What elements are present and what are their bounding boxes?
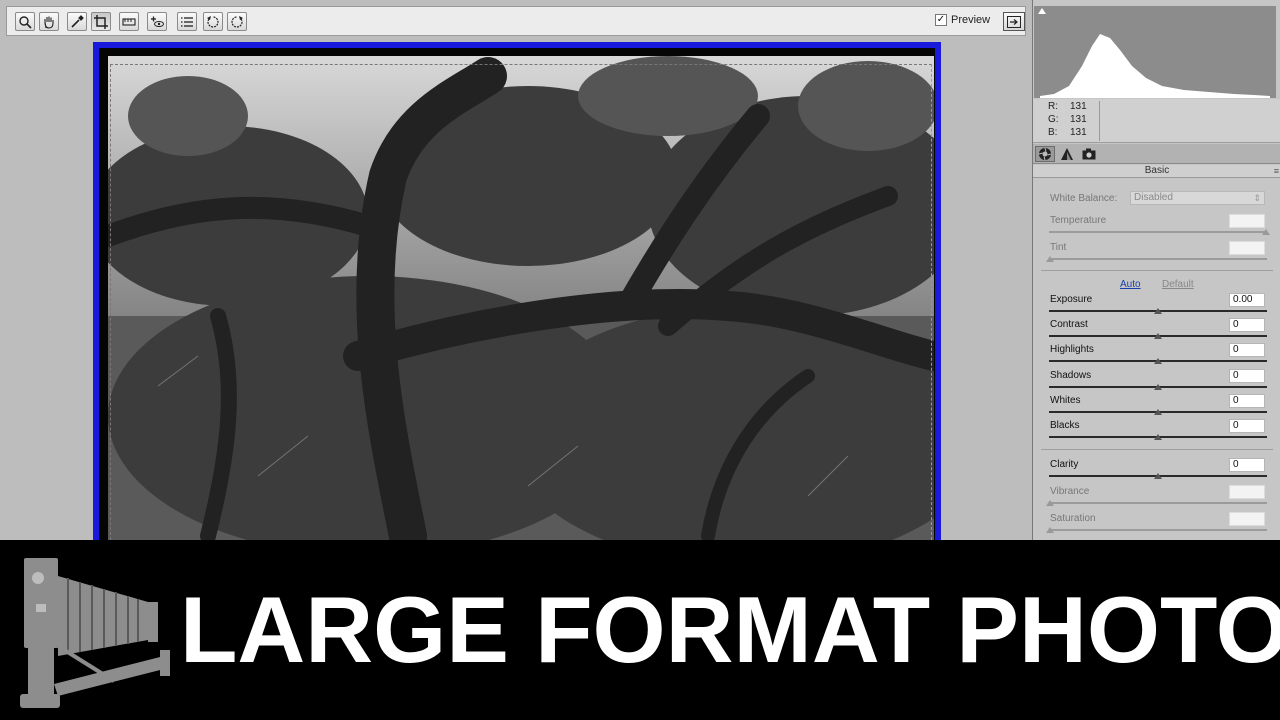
hand-icon: [44, 16, 54, 29]
g-label: G:: [1048, 114, 1059, 125]
vibrance-slider-thumb[interactable]: [1046, 500, 1054, 506]
temperature-slider-thumb[interactable]: [1262, 229, 1270, 235]
exposure-slider-thumb[interactable]: [1154, 308, 1162, 314]
panel-title: Basic ≡: [1033, 165, 1280, 178]
crop-icon: [94, 14, 108, 29]
preferences-button[interactable]: [177, 12, 197, 31]
divider: [1041, 270, 1273, 271]
hand-tool-button[interactable]: [39, 12, 59, 31]
rotate-left-button[interactable]: [203, 12, 223, 31]
select-arrow-icon: ⇕: [1253, 193, 1261, 203]
histogram: [1034, 6, 1276, 98]
clarity-slider-thumb[interactable]: [1154, 473, 1162, 479]
rgb-readout: R: 131 G: 131 B: 131: [1033, 99, 1280, 143]
g-value: 131: [1070, 114, 1087, 125]
whites-slider-thumb[interactable]: [1154, 409, 1162, 415]
exposure-label: Exposure: [1050, 294, 1093, 305]
crop-tool-button[interactable]: [91, 12, 111, 31]
toolbar: ✓ Preview: [6, 6, 1026, 36]
temperature-label: Temperature: [1050, 215, 1107, 226]
image-workspace: ✓ Preview: [0, 0, 1032, 540]
eyedropper-tool-button[interactable]: [67, 12, 87, 31]
whites-label: Whites: [1050, 395, 1081, 406]
white-balance-value: Disabled: [1134, 192, 1173, 203]
saturation-slider-thumb[interactable]: [1046, 527, 1054, 533]
saturation-field[interactable]: [1229, 512, 1265, 526]
exposure-field[interactable]: 0.00: [1229, 293, 1265, 307]
preview-label: Preview: [951, 14, 991, 26]
saturation-slider[interactable]: [1049, 529, 1267, 531]
white-balance-label: White Balance:: [1050, 193, 1118, 204]
photo-preview[interactable]: [108, 56, 934, 540]
redeye-icon: [151, 16, 164, 27]
magnifier-icon: [19, 15, 32, 29]
blacks-label: Blacks: [1050, 420, 1080, 431]
zoom-tool-button[interactable]: [15, 12, 35, 31]
list-icon: [181, 16, 193, 27]
b-label: B:: [1048, 127, 1058, 138]
divider: [1099, 101, 1100, 141]
temperature-slider[interactable]: [1049, 231, 1267, 233]
straighten-tool-button[interactable]: [119, 12, 139, 31]
contrast-field[interactable]: 0: [1229, 318, 1265, 332]
panel-menu-icon[interactable]: ≡: [1274, 166, 1279, 176]
highlights-field[interactable]: 0: [1229, 343, 1265, 357]
preview-checkbox[interactable]: ✓: [935, 14, 947, 26]
tint-slider-thumb[interactable]: [1046, 256, 1054, 262]
default-button[interactable]: Default: [1162, 279, 1194, 290]
contrast-slider-thumb[interactable]: [1154, 333, 1162, 339]
fullscreen-icon: [1007, 15, 1021, 28]
contrast-label: Contrast: [1050, 319, 1088, 330]
rotate-right-button[interactable]: [227, 12, 247, 31]
divider: [1041, 449, 1273, 450]
white-balance-select[interactable]: Disabled ⇕: [1130, 191, 1265, 205]
r-value: 131: [1070, 101, 1087, 112]
blacks-slider-thumb[interactable]: [1154, 434, 1162, 440]
tab-tone-curve[interactable]: [1057, 146, 1077, 162]
aperture-icon: [1038, 147, 1052, 161]
banner-title: LARGE FORMAT PHOTO: [180, 577, 1280, 682]
highlights-slider-thumb[interactable]: [1154, 358, 1162, 364]
saturation-label: Saturation: [1050, 513, 1096, 524]
fullscreen-button[interactable]: [1003, 12, 1025, 31]
tree-photo-image: [108, 56, 934, 540]
temperature-field[interactable]: [1229, 214, 1265, 228]
straighten-icon: [122, 17, 136, 26]
tone-curve-icon: [1061, 148, 1073, 160]
tab-camera-calibration[interactable]: [1079, 146, 1099, 162]
vibrance-slider[interactable]: [1049, 502, 1267, 504]
tint-label: Tint: [1050, 242, 1067, 253]
panel-tabs: [1033, 144, 1280, 164]
blacks-field[interactable]: 0: [1229, 419, 1265, 433]
shadows-field[interactable]: 0: [1229, 369, 1265, 383]
eyedropper-icon: [71, 14, 84, 28]
rotate-cw-icon: [231, 15, 243, 28]
vibrance-label: Vibrance: [1050, 486, 1090, 497]
adjustments-panel: R: 131 G: 131 B: 131 Basic ≡ White Balance:…: [1032, 0, 1280, 540]
title-banner: LARGE FORMAT PHOTO: [0, 540, 1280, 720]
auto-button[interactable]: Auto: [1120, 279, 1141, 290]
shadows-label: Shadows: [1050, 370, 1092, 381]
highlights-label: Highlights: [1050, 344, 1094, 355]
view-camera-icon: [20, 558, 170, 708]
tab-basic[interactable]: [1035, 146, 1055, 162]
vibrance-field[interactable]: [1229, 485, 1265, 499]
tint-slider[interactable]: [1049, 258, 1267, 260]
rotate-ccw-icon: [207, 15, 219, 28]
whites-field[interactable]: 0: [1229, 394, 1265, 408]
shadows-slider-thumb[interactable]: [1154, 384, 1162, 390]
panel-title-text: Basic: [1144, 165, 1170, 176]
b-value: 131: [1070, 127, 1087, 138]
clarity-field[interactable]: 0: [1229, 458, 1265, 472]
preview-toggle[interactable]: ✓ Preview: [935, 14, 990, 26]
redeye-tool-button[interactable]: [147, 12, 167, 31]
r-label: R:: [1048, 101, 1058, 112]
tint-field[interactable]: [1229, 241, 1265, 255]
camera-icon: [1082, 148, 1096, 160]
clarity-label: Clarity: [1050, 459, 1079, 470]
